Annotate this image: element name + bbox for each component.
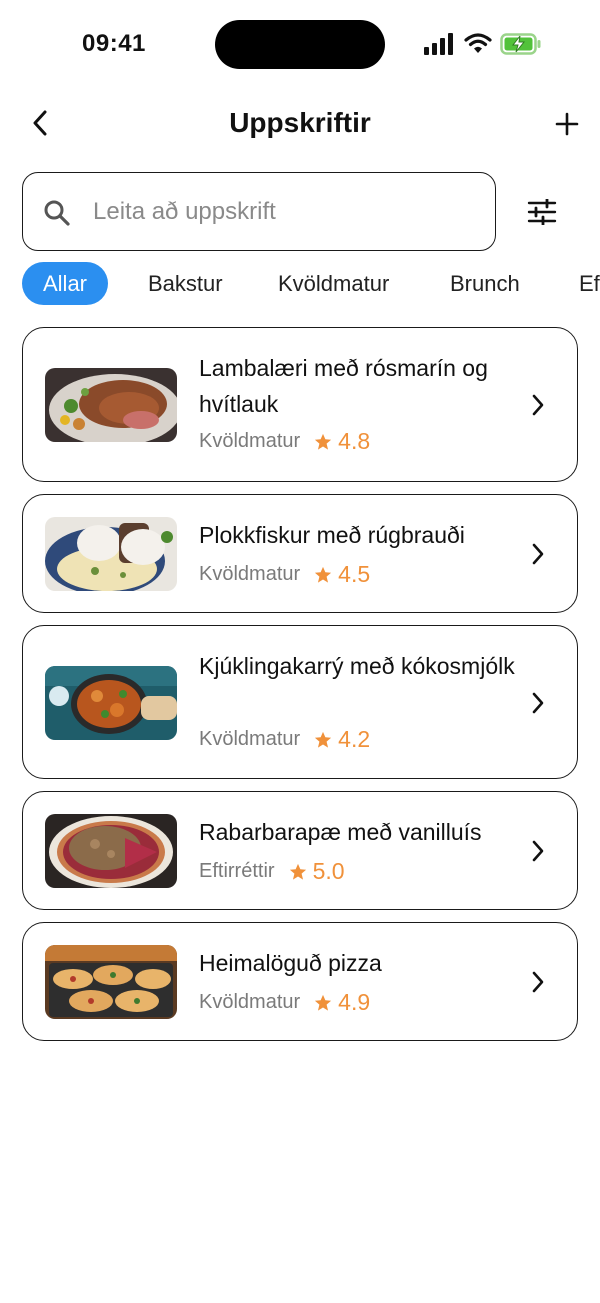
star-icon (315, 731, 332, 748)
wifi-icon (464, 33, 492, 53)
recipe-rating: 4.5 (338, 561, 371, 587)
recipe-category: Eftirréttir (199, 860, 275, 882)
recipe-title: Plokkfiskur með rúgbrauði (199, 522, 465, 548)
recipe-meta: Kvöldmatur 4.2 (199, 726, 370, 753)
status-time: 09:41 (82, 30, 146, 57)
recipe-rating: 4.8 (338, 428, 371, 454)
chevron-right-icon (532, 692, 544, 714)
chip-brunch[interactable]: Brunch (450, 262, 520, 305)
signal-icon (424, 33, 453, 55)
recipe-category: Kvöldmatur (199, 563, 301, 585)
search-icon (44, 200, 70, 226)
category-chips: Allar Bakstur Kvöldmatur Brunch Eftirrét… (0, 262, 600, 308)
chevron-right-icon (532, 543, 544, 565)
recipe-rating: 4.2 (338, 726, 371, 752)
filter-button[interactable] (520, 192, 564, 232)
recipe-meta: Kvöldmatur 4.8 (199, 428, 370, 455)
status-bar: 09:41 (0, 0, 600, 90)
recipe-card[interactable]: Plokkfiskur með rúgbrauði Kvöldmatur 4.5 (22, 494, 578, 613)
star-icon (315, 566, 332, 583)
recipe-card[interactable]: Kjúklingakarrý með kókosmjólk Kvöldmatur… (22, 625, 578, 779)
homemade-pizza-image (45, 945, 177, 1019)
recipe-title: Heimalöguð pizza (199, 950, 382, 976)
header: Uppskriftir (0, 95, 600, 155)
recipe-rating: 4.9 (338, 989, 371, 1015)
recipe-rating: 5.0 (312, 858, 345, 884)
recipe-category: Kvöldmatur (199, 430, 301, 452)
chevron-right-icon (532, 394, 544, 416)
recipe-title: Kjúklingakarrý með kókosmjólk (199, 653, 515, 679)
recipe-category: Kvöldmatur (199, 991, 301, 1013)
chevron-right-icon (532, 971, 544, 993)
recipe-card[interactable]: Lambalæri með rósmarín og hvítlauk Kvöld… (22, 327, 578, 482)
recipe-title: Lambalæri með rósmarín og hvítlauk (199, 355, 488, 417)
star-icon (315, 433, 332, 450)
recipe-meta: Kvöldmatur 4.5 (199, 561, 370, 588)
star-icon (289, 863, 306, 880)
rhubarb-pie-image (45, 814, 177, 888)
recipe-card[interactable]: Rabarbarapæ með vanilluís Eftirréttir 5.… (22, 791, 578, 910)
plus-icon (555, 112, 579, 136)
search-input[interactable] (93, 187, 483, 237)
sliders-icon (527, 199, 557, 225)
search-box (22, 172, 496, 251)
recipe-category: Kvöldmatur (199, 728, 301, 750)
chip-allar[interactable]: Allar (22, 262, 109, 305)
chicken-curry-image (45, 666, 177, 740)
chip-kvoldmatur[interactable]: Kvöldmatur (278, 262, 389, 305)
status-icons (424, 30, 542, 58)
roast-lamb-image (45, 368, 177, 442)
chip-bakstur[interactable]: Bakstur (148, 262, 223, 305)
recipe-card[interactable]: Heimalöguð pizza Kvöldmatur 4.9 (22, 922, 578, 1041)
recipe-title: Rabarbarapæ með vanilluís (199, 819, 482, 845)
star-icon (315, 994, 332, 1011)
dynamic-island (215, 20, 385, 69)
chevron-right-icon (532, 840, 544, 862)
add-recipe-button[interactable] (548, 105, 586, 143)
recipe-meta: Eftirréttir 5.0 (199, 858, 345, 885)
recipe-meta: Kvöldmatur 4.9 (199, 989, 370, 1016)
page-title: Uppskriftir (229, 107, 371, 138)
chip-eftirrettir[interactable]: Eftirréttir (579, 262, 600, 305)
fish-stew-image (45, 517, 177, 591)
battery-charging-icon (500, 33, 541, 55)
